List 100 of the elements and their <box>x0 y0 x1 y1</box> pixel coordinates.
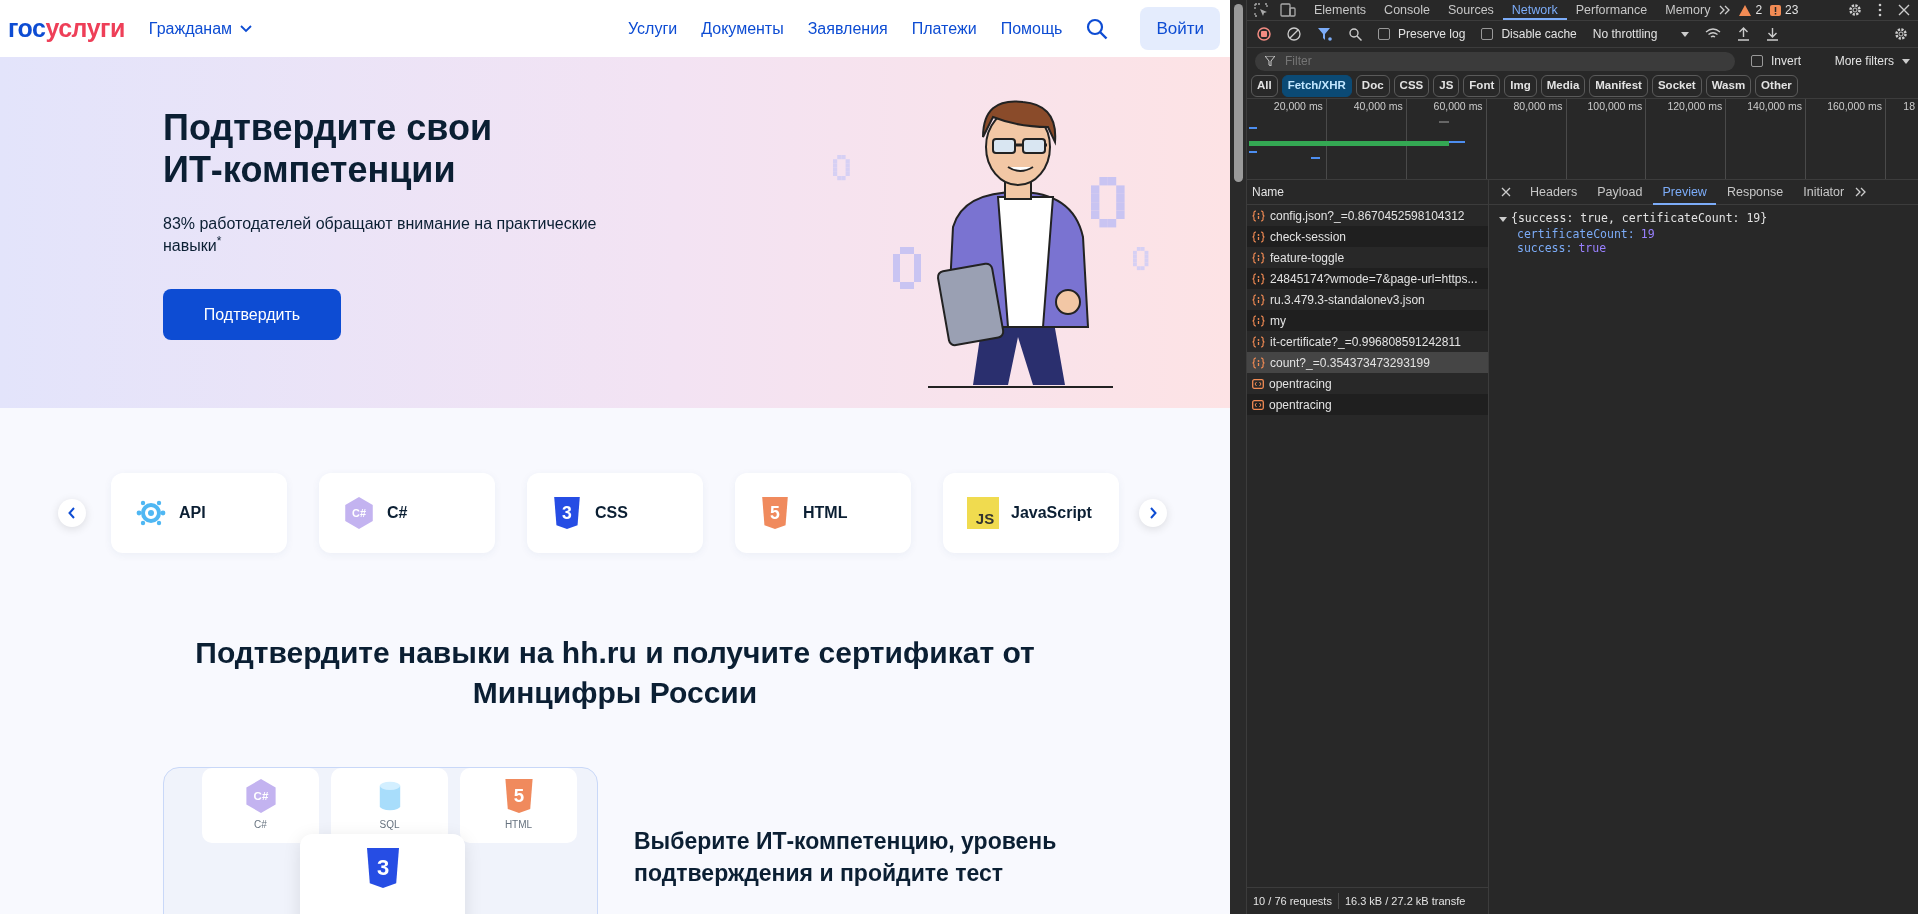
skill-card[interactable]: 3 CSS <box>527 473 703 553</box>
type-filter-chip[interactable]: All <box>1251 75 1278 97</box>
type-filter-chip[interactable]: Doc <box>1355 75 1390 97</box>
record-icon[interactable] <box>1257 27 1271 41</box>
confirm-button[interactable]: Подтвердить <box>163 289 341 340</box>
type-filter-chip[interactable]: Socket <box>1651 75 1702 97</box>
status-text: 10 / 76 requests <box>1253 893 1332 909</box>
close-icon[interactable] <box>1898 4 1910 16</box>
more-options-icon[interactable] <box>1878 3 1882 17</box>
type-filter-chip[interactable]: Other <box>1755 75 1798 97</box>
filter-icon[interactable] <box>1317 27 1333 41</box>
braces-icon <box>1252 293 1265 306</box>
search-icon[interactable] <box>1349 27 1362 41</box>
type-filter-chip[interactable]: Wasm <box>1705 75 1752 97</box>
devtools-tab[interactable]: Performance <box>1566 0 1657 20</box>
filter-bar[interactable]: Filter <box>1255 51 1735 71</box>
column-header[interactable]: Name <box>1252 183 1284 201</box>
json-value: true <box>1578 241 1607 256</box>
timeline-tick: 18 <box>1903 100 1915 112</box>
request-row[interactable]: config.json?_=0.8670452598104312 <box>1247 205 1488 226</box>
type-filter-chip[interactable]: Fetch/XHR <box>1281 75 1352 97</box>
filter-icon <box>1265 56 1275 66</box>
skill-card[interactable]: API <box>111 473 287 553</box>
request-row[interactable]: my <box>1247 310 1488 331</box>
request-row[interactable]: opentracing <box>1247 394 1488 415</box>
device-icon[interactable] <box>1279 2 1297 18</box>
devtools-tab[interactable]: Memory <box>1656 0 1720 20</box>
nav-link[interactable]: Документы <box>701 16 784 41</box>
tile-label: HTML <box>504 818 533 832</box>
caret-icon <box>1902 58 1910 64</box>
detail-tab[interactable]: Initiator <box>1794 179 1854 205</box>
shield-icon: 5 <box>759 497 791 529</box>
more-tabs-icon[interactable] <box>1855 187 1868 197</box>
type-filter-chip[interactable]: Manifest <box>1589 75 1648 97</box>
skill-card[interactable]: C# C# <box>319 473 495 553</box>
devtools-tab[interactable]: Network <box>1502 0 1567 20</box>
logo[interactable]: госуслуги <box>8 9 125 48</box>
upload-icon[interactable] <box>1737 27 1751 41</box>
scrollbar-thumb[interactable] <box>1234 4 1243 182</box>
settings-icon[interactable] <box>1894 27 1908 41</box>
detail-tab[interactable]: Headers <box>1521 179 1587 205</box>
request-row[interactable]: check-session <box>1247 226 1488 247</box>
nav-link[interactable]: Заявления <box>807 16 888 41</box>
hexagon-icon: C# <box>343 497 375 529</box>
checkbox[interactable]: Disable cache <box>1481 25 1577 43</box>
caret-icon <box>1681 31 1690 37</box>
checkbox[interactable]: Preserve log <box>1378 25 1466 43</box>
json-value: 19 <box>1640 227 1655 242</box>
error-count[interactable]: 23 <box>1770 1 1799 19</box>
throttling-dropdown[interactable]: No throttling <box>1592 25 1690 43</box>
type-filter-chip[interactable]: JS <box>1433 75 1460 97</box>
request-row[interactable]: count?_=0.354373473293199 <box>1247 352 1488 373</box>
inspect-icon[interactable] <box>1253 2 1269 18</box>
audience-dropdown[interactable]: Гражданам <box>148 16 253 41</box>
devtools-tab[interactable]: Sources <box>1439 0 1503 20</box>
search-icon[interactable] <box>1086 17 1109 40</box>
braces-icon <box>1252 356 1265 369</box>
devtools-tab[interactable]: Elements <box>1305 0 1376 20</box>
skill-card[interactable]: JS JavaScript <box>943 473 1119 553</box>
login-button[interactable]: Войти <box>1140 6 1220 51</box>
json-key: success: <box>1517 241 1573 256</box>
request-row[interactable]: ru.3.479.3-standalonev3.json <box>1247 289 1488 310</box>
settings-icon[interactable] <box>1848 3 1862 17</box>
skill-label: API <box>179 503 206 523</box>
detail-tab[interactable]: Preview <box>1653 179 1716 205</box>
timeline-tick: 40,000 ms <box>1353 100 1403 112</box>
chevron-left-icon <box>68 507 76 519</box>
caret-down-icon[interactable] <box>1499 214 1507 223</box>
timeline-tick: 140,000 ms <box>1747 100 1803 112</box>
request-row[interactable]: feature-toggle <box>1247 247 1488 268</box>
type-filter-chip[interactable]: Media <box>1540 75 1586 97</box>
type-filter-chip[interactable]: Img <box>1504 75 1537 97</box>
step-heading: Выберите ИТ-компетенцию, уровень подтверждения и пройдите тест <box>634 827 1058 888</box>
detail-tab[interactable]: Response <box>1717 179 1793 205</box>
status-text: 16.3 kB / 27.2 kB transfe <box>1337 892 1466 910</box>
type-filter-chip[interactable]: Font <box>1463 75 1501 97</box>
more-tabs-icon[interactable] <box>1719 5 1732 15</box>
json-key: certificateCount: <box>1517 227 1635 242</box>
braces-icon <box>1252 314 1265 327</box>
more-filters-dropdown[interactable]: More filters <box>1834 52 1910 70</box>
devtools-tab[interactable]: Console <box>1375 0 1439 20</box>
clear-icon[interactable] <box>1287 27 1301 41</box>
close-icon[interactable] <box>1501 187 1511 197</box>
type-filter-chip[interactable]: CSS <box>1393 75 1430 97</box>
download-icon[interactable] <box>1766 27 1780 41</box>
nav-link[interactable]: Услуги <box>628 16 678 41</box>
braces-icon <box>1252 209 1265 222</box>
request-row[interactable]: opentracing <box>1247 373 1488 394</box>
square-icon: JS <box>967 497 999 529</box>
filter-field[interactable]: Filter <box>1283 51 1683 71</box>
checkbox[interactable]: Invert <box>1751 52 1801 70</box>
wifi-settings-icon[interactable] <box>1705 28 1722 40</box>
chevron-right-icon <box>1149 507 1157 519</box>
skill-card[interactable]: 5 HTML <box>735 473 911 553</box>
request-row[interactable]: 24845174?wmode=7&page-url=https... <box>1247 268 1488 289</box>
warning-count[interactable]: 2 <box>1739 1 1763 19</box>
nav-link[interactable]: Помощь <box>1000 16 1063 41</box>
nav-link[interactable]: Платежи <box>911 16 977 41</box>
request-row[interactable]: it-certificate?_=0.996808591242811 <box>1247 331 1488 352</box>
detail-tab[interactable]: Payload <box>1588 179 1652 205</box>
